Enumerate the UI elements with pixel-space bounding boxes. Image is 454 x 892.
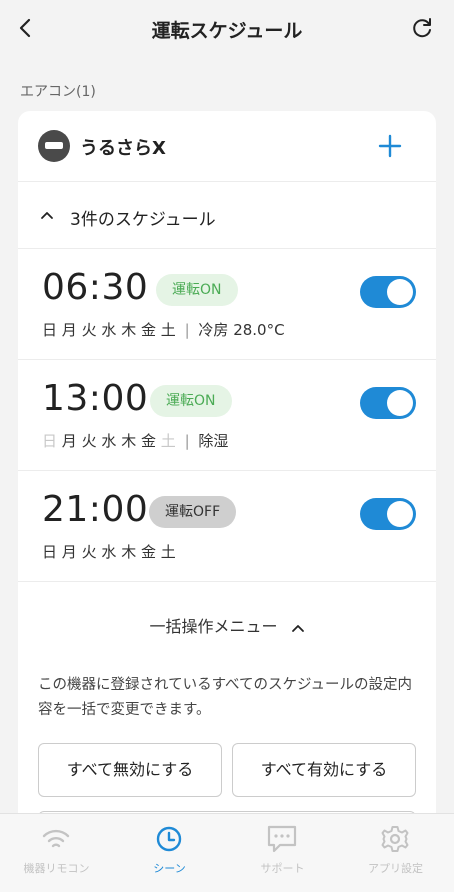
schedule-days: 日 月 火 水 木 金 土 | 冷房 28.0°C (42, 319, 285, 340)
device-name: うるさらX (80, 138, 166, 159)
day-tue: 火 (81, 543, 97, 561)
bulk-menu-label: 一括操作メニュー (18, 613, 436, 637)
schedule-item[interactable]: 06:30 運転ON 日 月 火 水 木 金 土 | 冷房 28.0°C (18, 249, 436, 360)
status-badge: 運転ON (156, 274, 238, 306)
page-title: 運転スケジュール (151, 20, 303, 42)
day-thu: 木 (121, 432, 137, 450)
separator: | (184, 321, 190, 339)
day-mon: 月 (61, 321, 77, 339)
status-badge: 運転ON (150, 385, 232, 417)
separator: | (184, 432, 190, 450)
chevron-up-icon (291, 624, 304, 632)
day-sat: 土 (160, 432, 176, 450)
schedule-item[interactable]: 21:00 運転OFF 日 月 火 水 木 金 土 (18, 471, 436, 582)
schedule-toggle[interactable] (360, 387, 416, 419)
schedule-screen: 運転スケジュール エアコン(1) うるさらX 3件のスケジュール 06:30 運… (0, 0, 454, 892)
bottom-nav: 機器リモコン シーン サポート アプリ設定 (0, 813, 454, 892)
day-fri: 金 (140, 432, 156, 450)
day-fri: 金 (140, 321, 156, 339)
wifi-icon (42, 829, 70, 848)
section-label: エアコン(1) (20, 84, 96, 100)
day-sun: 日 (42, 321, 58, 339)
day-wed: 水 (101, 543, 117, 561)
device-row: うるさらX (18, 111, 436, 182)
add-schedule-button[interactable] (378, 134, 402, 158)
chat-icon (267, 825, 297, 853)
enable-all-button[interactable]: すべて有効にする (232, 743, 416, 797)
day-tue: 火 (81, 432, 97, 450)
nav-item-settings[interactable]: アプリ設定 (339, 814, 452, 892)
nav-item-scene[interactable]: シーン (113, 814, 226, 892)
air-conditioner-icon (38, 130, 70, 162)
schedule-item[interactable]: 13:00 運転ON 日 月 火 水 木 金 土 | 除湿 (18, 360, 436, 471)
day-wed: 水 (101, 432, 117, 450)
toggle-knob (387, 279, 413, 305)
day-mon: 月 (61, 543, 77, 561)
day-fri: 金 (140, 543, 156, 561)
schedule-mode: 冷房 28.0°C (198, 321, 285, 339)
day-sun: 日 (42, 432, 58, 450)
day-tue: 火 (81, 321, 97, 339)
schedule-toggle[interactable] (360, 276, 416, 308)
toggle-knob (387, 501, 413, 527)
nav-label: サポート (260, 862, 305, 875)
toggle-knob (387, 390, 413, 416)
device-card: うるさらX 3件のスケジュール 06:30 運転ON 日 月 火 水 木 金 土 (18, 111, 436, 831)
schedule-time: 13:00 (42, 378, 149, 419)
clock-icon (156, 826, 182, 852)
day-thu: 木 (121, 321, 137, 339)
schedule-count-label: 3件のスケジュール (70, 210, 216, 230)
day-sat: 土 (160, 321, 176, 339)
nav-label: アプリ設定 (368, 862, 423, 875)
nav-item-support[interactable]: サポート (226, 814, 339, 892)
schedule-time: 21:00 (42, 489, 149, 530)
schedule-days: 日 月 火 水 木 金 土 (42, 541, 176, 562)
nav-label: 機器リモコン (23, 862, 90, 875)
nav-item-remote[interactable]: 機器リモコン (0, 814, 113, 892)
refresh-icon[interactable] (410, 16, 434, 40)
day-wed: 水 (101, 321, 117, 339)
schedule-toggle[interactable] (360, 498, 416, 530)
nav-label: シーン (153, 862, 186, 875)
schedule-collapse-toggle[interactable]: 3件のスケジュール (18, 182, 436, 249)
schedule-days: 日 月 火 水 木 金 土 | 除湿 (42, 430, 228, 451)
day-thu: 木 (121, 543, 137, 561)
bulk-menu-text: 一括操作メニュー (149, 617, 278, 636)
status-badge: 運転OFF (149, 496, 237, 528)
bulk-menu-toggle[interactable]: 一括操作メニュー (18, 582, 436, 662)
day-sat: 土 (160, 543, 176, 561)
day-sun: 日 (42, 543, 58, 561)
gear-icon (381, 826, 409, 852)
chevron-up-icon (41, 212, 53, 219)
schedule-time: 06:30 (42, 267, 149, 308)
disable-all-button[interactable]: すべて無効にする (38, 743, 222, 797)
schedule-mode: 除湿 (198, 432, 229, 450)
header: 運転スケジュール (0, 0, 454, 58)
day-mon: 月 (61, 432, 77, 450)
bulk-description: この機器に登録されているすべてのスケジュールの設定内容を一括で変更できます。 (38, 677, 412, 718)
